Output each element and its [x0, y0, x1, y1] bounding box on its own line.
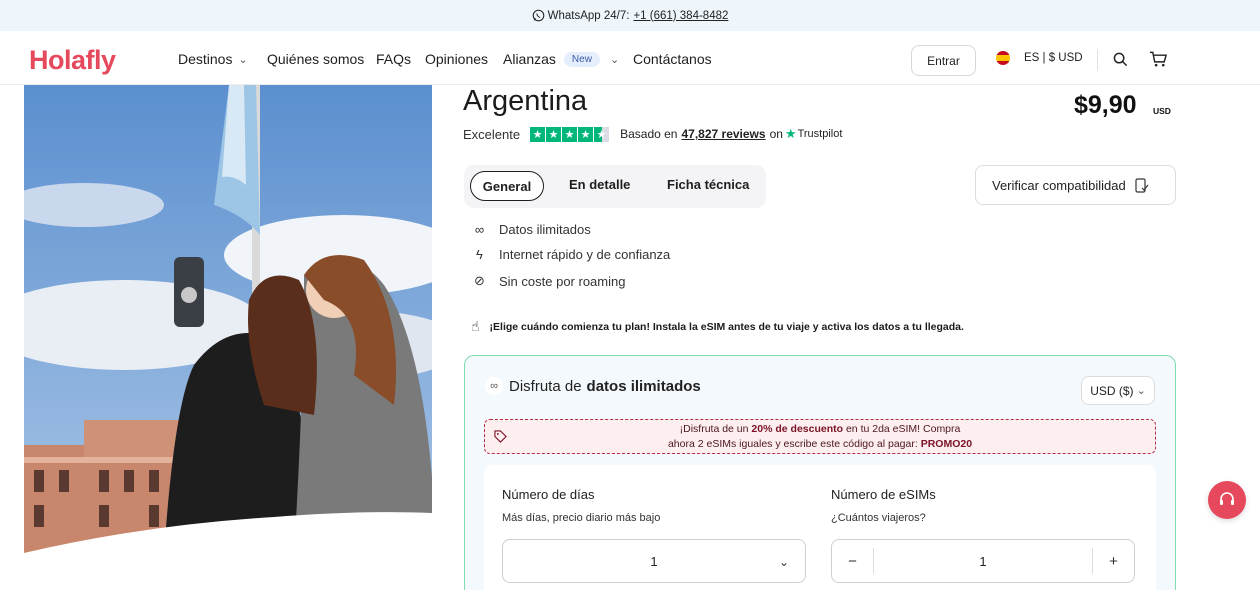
rating-stars: ★ ★ ★ ★ ★ — [530, 126, 610, 142]
product-price: $9,90 — [1074, 91, 1137, 119]
price-currency: USD — [1153, 106, 1171, 116]
phone-check-icon — [1135, 177, 1149, 193]
star-icon: ★ — [530, 126, 546, 142]
new-badge: New — [563, 51, 600, 67]
verify-compatibility-label: Verificar compatibilidad — [992, 177, 1126, 193]
plan-options-card: Número de días Más días, precio diario m… — [484, 465, 1156, 590]
rating-word: Excelente — [463, 126, 521, 142]
star-icon: ★ — [578, 126, 594, 142]
main-navbar: Holafly Destinos ⌄ Quiénes somos FAQs Op… — [0, 31, 1260, 85]
nav-destinos[interactable]: Destinos ⌄ — [178, 51, 248, 67]
chat-support-button[interactable] — [1208, 481, 1246, 519]
esims-value[interactable]: 1 — [874, 540, 1092, 582]
language-currency-label: ES | $ USD — [1024, 52, 1083, 64]
currency-select-value: USD ($) — [1090, 383, 1134, 398]
holafly-logo[interactable]: Holafly — [29, 45, 116, 76]
feature-item: ∞ Datos ilimitados — [472, 222, 591, 237]
language-currency-selector[interactable]: ES | $ USD — [996, 51, 1083, 65]
trustpilot-star-icon: ★ — [784, 126, 797, 141]
feature-item: ⊘ Sin coste por roaming — [472, 273, 625, 289]
star-icon: ★ — [546, 126, 562, 142]
discount-banner: ¡Disfruta de un 20% de descuento en tu 2… — [484, 419, 1156, 454]
activation-note: ☝ ¡Elige cuándo comienza tu plan! Instal… — [471, 318, 964, 335]
on-label: on — [769, 127, 783, 141]
touch-hand-icon: ☝ — [471, 318, 480, 334]
nav-faqs[interactable]: FAQs — [376, 51, 411, 67]
whatsapp-icon — [532, 9, 544, 22]
plan-heading-prefix: Disfruta de — [509, 377, 582, 395]
activation-note-text: ¡Elige cuándo comienza tu plan! Instala … — [489, 320, 964, 333]
search-icon[interactable] — [1113, 52, 1128, 67]
chevron-down-icon: ⌄ — [1136, 385, 1146, 397]
whatsapp-phone-link[interactable]: +1 (661) 384-8482 — [633, 10, 728, 22]
tab-en-detalle[interactable]: En detalle — [569, 177, 630, 192]
infinity-icon: ∞ — [485, 377, 503, 395]
feature-text: Datos ilimitados — [499, 222, 591, 237]
plan-heading-bold: datos ilimitados — [586, 377, 701, 395]
plan-heading: ∞ Disfruta de datos ilimitados — [485, 377, 701, 395]
nav-quienes-somos[interactable]: Quiénes somos — [267, 51, 364, 67]
nav-destinos-label: Destinos — [178, 51, 233, 67]
decrement-button[interactable]: − — [832, 548, 874, 574]
trustpilot-logo[interactable]: ★ Trustpilot — [783, 126, 842, 142]
verify-compatibility-button[interactable]: Verificar compatibilidad — [975, 165, 1176, 205]
discount-line-1: ¡Disfruta de un 20% de descuento en tu 2… — [485, 422, 1155, 437]
product-tabs: General En detalle Ficha técnica — [464, 165, 766, 208]
cart-icon[interactable] — [1149, 50, 1168, 68]
discount-text: en tu 2da eSIM! Compra — [845, 423, 961, 435]
days-select-value: 1 — [650, 553, 658, 569]
nav-contactanos[interactable]: Contáctanos — [633, 51, 712, 67]
nav-contactanos-label: Contáctanos — [633, 51, 712, 67]
star-icon: ★ — [562, 126, 578, 142]
plan-configurator: ∞ Disfruta de datos ilimitados USD ($) ⌄… — [464, 355, 1176, 590]
whatsapp-topbar: WhatsApp 24/7: +1 (661) 384-8482 — [0, 0, 1260, 31]
tag-icon — [494, 430, 507, 443]
trustpilot-label: Trustpilot — [797, 128, 843, 140]
discount-code: PROMO20 — [920, 438, 973, 450]
nav-opiniones-label: Opiniones — [425, 51, 489, 67]
whatsapp-label: WhatsApp 24/7: — [547, 9, 630, 22]
no-roaming-icon: ⊘ — [474, 273, 485, 288]
login-button[interactable]: Entrar — [911, 45, 976, 76]
days-label: Número de días — [502, 487, 595, 502]
days-sublabel: Más días, precio diario más bajo — [502, 512, 661, 524]
esims-sublabel: ¿Cuántos viajeros? — [831, 512, 926, 524]
currency-select[interactable]: USD ($) ⌄ — [1081, 376, 1155, 405]
days-select[interactable]: 1 ⌄ — [502, 539, 806, 583]
discount-line-2: ahora 2 eSIMs iguales y escribe este cód… — [485, 437, 1155, 452]
esims-stepper: − 1 + — [831, 539, 1135, 583]
nav-alianzas[interactable]: Alianzas New ⌄ — [503, 51, 619, 67]
based-on-label: Basado en — [620, 127, 678, 141]
spain-flag-icon — [996, 51, 1010, 65]
increment-button[interactable]: + — [1092, 548, 1134, 574]
nav-faqs-label: FAQs — [376, 51, 412, 67]
chevron-down-icon: ⌄ — [238, 53, 248, 66]
headset-icon — [1220, 492, 1234, 505]
lightning-icon: ϟ — [476, 247, 483, 262]
product-hero-image — [24, 85, 432, 555]
nav-alianzas-label: Alianzas — [503, 51, 556, 67]
discount-percent: 20% de descuento — [751, 423, 844, 435]
trustpilot-rating: Excelente ★ ★ ★ ★ ★ Basado en 47,827 rev… — [463, 126, 842, 142]
feature-item: ϟ Internet rápido y de confianza — [472, 247, 670, 262]
star-half-icon: ★ — [594, 126, 610, 142]
discount-text: ahora 2 eSIMs iguales y escribe este cód… — [667, 438, 918, 450]
nav-divider — [1097, 49, 1098, 71]
nav-opiniones[interactable]: Opiniones — [425, 51, 488, 67]
esims-label: Número de eSIMs — [831, 487, 936, 502]
nav-quienes-somos-label: Quiénes somos — [267, 51, 365, 67]
tab-ficha-tecnica[interactable]: Ficha técnica — [667, 177, 749, 192]
tab-general[interactable]: General — [470, 171, 544, 201]
discount-text: ¡Disfruta de un — [679, 423, 749, 435]
chevron-down-icon: ⌄ — [609, 53, 620, 66]
reviews-count-link[interactable]: 47,827 reviews — [681, 127, 765, 141]
page-title: Argentina — [463, 85, 588, 117]
chevron-down-icon: ⌄ — [778, 555, 789, 569]
infinity-icon: ∞ — [474, 222, 485, 237]
feature-text: Sin coste por roaming — [499, 273, 626, 289]
feature-text: Internet rápido y de confianza — [499, 247, 671, 262]
